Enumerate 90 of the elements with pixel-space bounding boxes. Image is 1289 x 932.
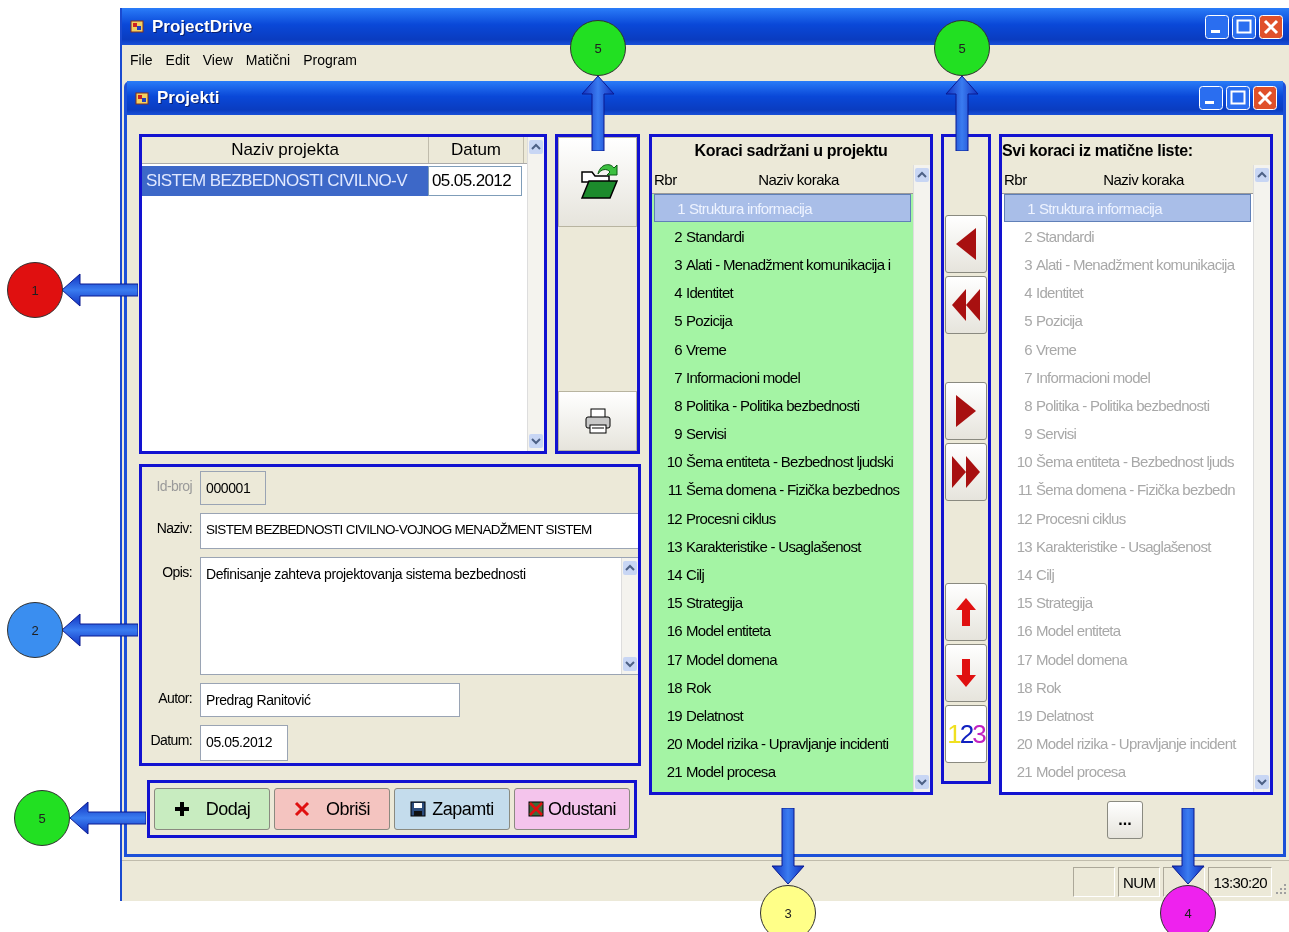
list-row[interactable]: 7 Informacioni model: [652, 363, 913, 392]
move-button[interactable]: [945, 583, 987, 641]
app-icon: [130, 19, 144, 34]
scroll-down-icon[interactable]: [915, 775, 929, 789]
minimize-button[interactable]: [1205, 14, 1229, 39]
list-row[interactable]: 6 Vreme: [652, 334, 913, 364]
callout-badge: 5: [14, 790, 70, 846]
list-row[interactable]: 5 Pozicija: [652, 306, 913, 335]
status-panel: [1073, 867, 1116, 897]
column-header[interactable]: Rbr: [652, 170, 684, 188]
list-row[interactable]: 12 Procesni ciklus: [652, 504, 913, 533]
menu-item[interactable]: Program: [303, 51, 357, 69]
move-button[interactable]: [945, 276, 987, 334]
list-row[interactable]: 3 Alati - Menadžment komunikacija i: [652, 250, 913, 279]
plus-icon: [173, 801, 190, 817]
menu-item[interactable]: Edit: [165, 51, 190, 69]
text-area[interactable]: Definisanje zahteva projektovanja sistema bezbednosti: [200, 557, 638, 675]
table-cell[interactable]: 05.05.2012: [428, 166, 522, 196]
status-panel: 13:30:20: [1208, 867, 1272, 897]
maximize-button[interactable]: [1226, 86, 1250, 110]
list-row[interactable]: 16 Model entiteta: [652, 616, 913, 645]
list-row[interactable]: 20 Model rizika - Upravljanje incidenti: [652, 729, 913, 758]
column-header[interactable]: Naziv koraka: [684, 170, 913, 188]
list-row[interactable]: 4 Identitet: [652, 278, 913, 307]
close-button[interactable]: [1253, 86, 1277, 110]
field-label: Datum:: [149, 731, 192, 748]
list-row[interactable]: 14 Cilj: [652, 560, 913, 589]
panel-title: Koraci sadržani u projektu: [693, 141, 889, 161]
field-label: Opis:: [161, 563, 192, 580]
list-row[interactable]: 10 Šema entiteta - Bezbednost ljudski: [652, 447, 913, 476]
window-title: Projekti: [157, 88, 220, 108]
renumber-button[interactable]: 123: [945, 705, 987, 763]
resize-grip-icon[interactable]: [1275, 883, 1287, 895]
callout-badge: 1: [7, 262, 63, 318]
field-label: Autor:: [157, 689, 192, 706]
table-cell[interactable]: SISTEM BEZBEDNOSTI CIVILNO-V: [142, 166, 428, 196]
scroll-up-icon[interactable]: [915, 168, 929, 182]
list-row[interactable]: 15 Strategija: [652, 588, 913, 617]
app-icon: [135, 90, 149, 106]
field-label: Id-broj: [155, 477, 192, 494]
input-field[interactable]: 000001: [200, 471, 266, 505]
action-button[interactable]: Zapamti: [394, 788, 510, 830]
scrollbar[interactable]: [621, 558, 638, 674]
maximize-button[interactable]: [1232, 14, 1256, 39]
action-button[interactable]: Odustani: [514, 788, 630, 830]
move-button[interactable]: [945, 215, 987, 273]
move-button[interactable]: [945, 443, 987, 501]
list-row[interactable]: 13 Karakteristike - Usaglašenost: [652, 532, 913, 561]
scroll-down-icon[interactable]: [529, 434, 543, 448]
print-button[interactable]: [558, 391, 637, 451]
list-row[interactable]: 11 Šema domena - Fizička bezbednos: [652, 475, 913, 505]
input-field[interactable]: 05.05.2012: [200, 725, 288, 761]
column-header[interactable]: Datum: [429, 137, 524, 163]
minimize-button[interactable]: [1199, 86, 1223, 110]
up-arrow-icon: [954, 596, 978, 628]
list-row[interactable]: 8 Politika - Politika bezbednosti: [652, 391, 913, 420]
move-button[interactable]: [945, 644, 987, 702]
scroll-up-icon[interactable]: [529, 140, 543, 154]
cancel-icon: [527, 801, 544, 817]
callout-badge: 2: [7, 602, 63, 658]
scroll-down-icon[interactable]: [623, 657, 637, 671]
scroll-down-icon[interactable]: [1255, 775, 1269, 789]
list-row[interactable]: 9 Servisi: [652, 419, 913, 448]
panel-title: Svi koraci iz matične liste:: [1002, 141, 1194, 161]
list-row[interactable]: 18 Rok: [652, 673, 913, 702]
down-arrow-icon: [954, 657, 978, 689]
printer-icon: [582, 406, 613, 436]
column-header[interactable]: Naziv projekta: [142, 137, 429, 163]
close-button[interactable]: [1259, 14, 1283, 39]
scrollbar[interactable]: [913, 165, 930, 792]
scroll-up-icon[interactable]: [1255, 168, 1269, 182]
field-label: Naziv:: [155, 519, 192, 536]
move-button[interactable]: [945, 382, 987, 440]
cross-icon: [294, 801, 310, 817]
status-panel: NUM: [1118, 867, 1161, 897]
menu-item[interactable]: File: [130, 51, 153, 69]
scroll-up-icon[interactable]: [623, 561, 637, 575]
input-field[interactable]: Predrag Ranitović: [200, 683, 460, 717]
list-row[interactable]: 19 Delatnost: [652, 701, 913, 730]
list-row[interactable]: 17 Model domena: [652, 645, 913, 674]
scrollbar[interactable]: [527, 137, 544, 451]
input-field[interactable]: SISTEM BEZBEDNOSTI CIVILNO-VOJNOG MENADŽMENT SISTEM: [200, 513, 638, 549]
list-row[interactable]: 2 Standardi: [652, 222, 913, 251]
list-row[interactable]: 21 Model procesa: [652, 757, 913, 786]
open-button[interactable]: [558, 137, 637, 227]
menu-item[interactable]: View: [202, 51, 233, 69]
action-button[interactable]: Dodaj: [154, 788, 270, 830]
window-title: ProjectDrive: [152, 16, 253, 37]
menu-item[interactable]: Matični: [245, 51, 291, 69]
action-button[interactable]: Obriši: [274, 788, 390, 830]
